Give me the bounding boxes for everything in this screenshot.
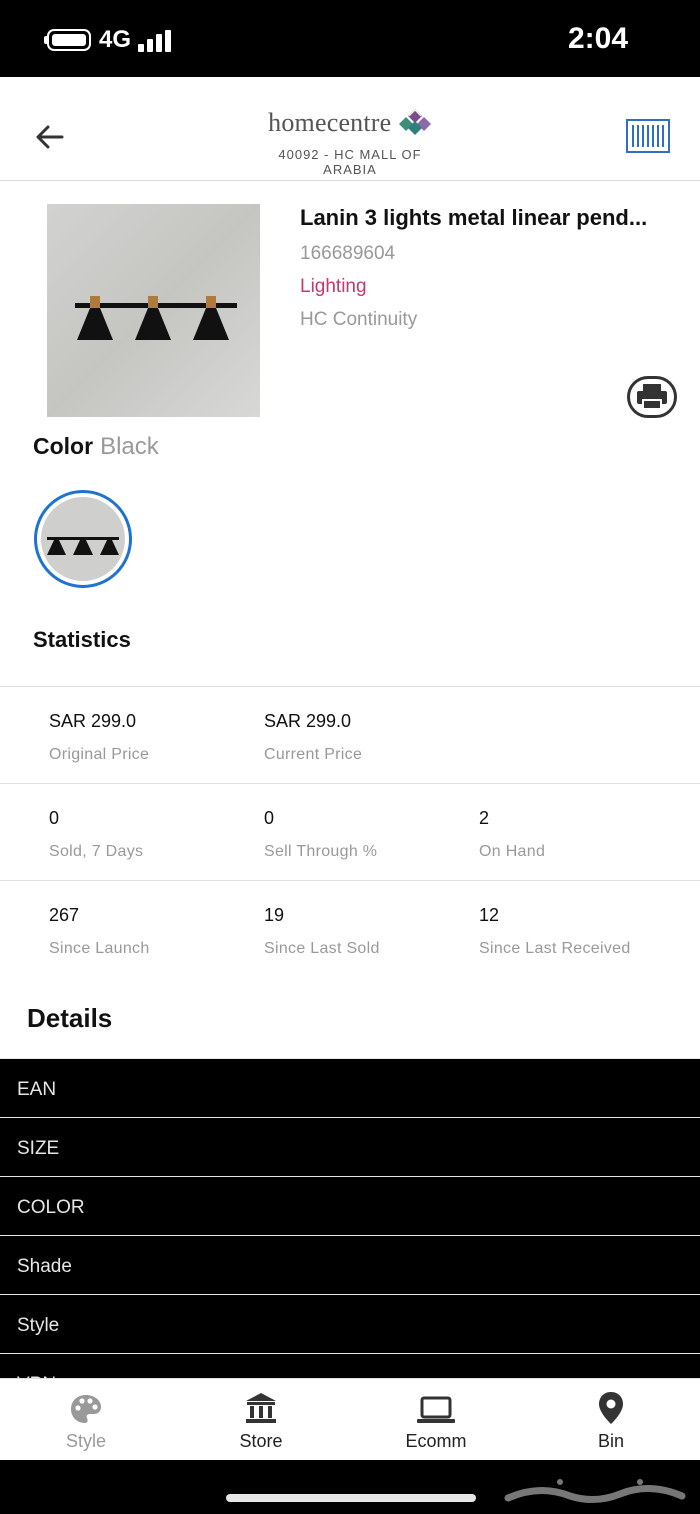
stat-label: On Hand bbox=[479, 843, 546, 860]
stats-row: 267 Since Launch 19 Since Last Sold 12 S… bbox=[0, 880, 700, 977]
brand-name: homecentre bbox=[268, 108, 392, 137]
tab-style[interactable]: Style bbox=[26, 1389, 146, 1452]
tab-label: Ecomm bbox=[405, 1431, 467, 1451]
detail-row-color[interactable]: COLOR bbox=[0, 1176, 700, 1235]
stat-label: Sell Through % bbox=[264, 843, 378, 860]
stat-label: Original Price bbox=[49, 746, 150, 763]
stat-label: Sold, 7 Days bbox=[49, 843, 144, 860]
app-header: homecentre 40092 - HC MALL OF ARABIA bbox=[0, 77, 700, 181]
stat-value: 12 bbox=[479, 905, 500, 925]
arrow-left-icon[interactable] bbox=[30, 117, 70, 157]
tab-label: Bin bbox=[597, 1431, 624, 1451]
status-bar: 4G 2:04 bbox=[0, 0, 700, 77]
detail-row-shade[interactable]: Shade bbox=[0, 1235, 700, 1294]
stats-row: 0 Sold, 7 Days 0 Sell Through % 2 On Han… bbox=[0, 783, 700, 880]
tab-label: Style bbox=[65, 1431, 107, 1451]
stat-value: 19 bbox=[264, 905, 285, 925]
stat-value: SAR 299.0 bbox=[49, 711, 137, 731]
stat-value: 267 bbox=[49, 905, 80, 925]
network-type: 4G bbox=[99, 26, 132, 53]
bottom-tab-bar: Style Store Ecomm Bin bbox=[0, 1378, 700, 1460]
stat-on-hand: 2 On Hand bbox=[479, 808, 689, 861]
battery-tip bbox=[44, 36, 48, 44]
stat-since-last-sold: 19 Since Last Sold bbox=[264, 905, 474, 958]
stat-current-price: SAR 299.0 Current Price bbox=[264, 711, 474, 764]
detail-row-size[interactable]: SIZE bbox=[0, 1117, 700, 1176]
barcode-scan-icon[interactable] bbox=[626, 119, 670, 153]
details-title: Details bbox=[27, 1003, 113, 1033]
stat-value: 2 bbox=[479, 808, 490, 828]
store-name: 40092 - HC MALL OF ARABIA bbox=[278, 147, 422, 177]
stat-value: 0 bbox=[49, 808, 60, 828]
bank-building-icon bbox=[201, 1389, 321, 1425]
detail-row-ean[interactable]: EAN bbox=[0, 1058, 700, 1117]
stat-original-price: SAR 299.0 Original Price bbox=[49, 711, 259, 764]
color-swatch-black[interactable] bbox=[34, 490, 132, 588]
printer-icon[interactable] bbox=[627, 376, 677, 418]
tab-label: Store bbox=[239, 1431, 283, 1451]
stat-label: Since Last Received bbox=[479, 940, 631, 957]
stat-since-last-received: 12 Since Last Received bbox=[479, 905, 689, 958]
battery-icon bbox=[47, 29, 91, 51]
product-program: HC Continuity bbox=[300, 309, 418, 330]
statistics-title: Statistics bbox=[33, 627, 131, 652]
product-category[interactable]: Lighting bbox=[300, 276, 670, 298]
details-list[interactable]: EAN SIZE COLOR Shade Style VPN bbox=[0, 1058, 700, 1378]
stat-label: Current Price bbox=[264, 746, 363, 763]
stat-value: 0 bbox=[264, 808, 275, 828]
brand-header: homecentre 40092 - HC MALL OF ARABIA bbox=[250, 107, 450, 177]
product-sku: 166689604 bbox=[300, 243, 396, 264]
product-title: Lanin 3 lights metal linear pend... bbox=[300, 205, 648, 230]
status-time: 2:04 bbox=[567, 22, 628, 55]
color-label: Color bbox=[33, 433, 94, 459]
stats-row: SAR 299.0 Original Price SAR 299.0 Curre… bbox=[0, 686, 700, 783]
map-pin-icon bbox=[551, 1389, 671, 1425]
color-value: Black bbox=[100, 433, 159, 460]
detail-row-style[interactable]: Style bbox=[0, 1294, 700, 1353]
laptop-icon bbox=[376, 1389, 496, 1425]
stat-since-launch: 267 Since Launch bbox=[49, 905, 259, 958]
statistics-table: SAR 299.0 Original Price SAR 299.0 Curre… bbox=[0, 686, 700, 977]
tab-store[interactable]: Store bbox=[201, 1389, 321, 1452]
stat-sell-through: 0 Sell Through % bbox=[264, 808, 474, 861]
tab-bin[interactable]: Bin bbox=[551, 1389, 671, 1452]
stat-sold-7-days: 0 Sold, 7 Days bbox=[49, 808, 259, 861]
home-indicator[interactable] bbox=[226, 1494, 476, 1502]
palette-icon bbox=[26, 1389, 146, 1425]
tab-ecomm[interactable]: Ecomm bbox=[376, 1389, 496, 1452]
brand-logo-icon bbox=[398, 107, 432, 140]
swatch-image bbox=[41, 497, 125, 581]
detail-row-vpn[interactable]: VPN bbox=[0, 1353, 700, 1378]
home-strip bbox=[0, 1460, 700, 1514]
signal-icon bbox=[138, 30, 172, 52]
stat-label: Since Launch bbox=[49, 940, 150, 957]
stat-value: SAR 299.0 bbox=[264, 711, 352, 731]
product-info: Lanin 3 lights metal linear pend... 1666… bbox=[300, 205, 670, 331]
product-image bbox=[47, 204, 260, 417]
color-selector: Color Black bbox=[33, 433, 159, 461]
watermark-logo bbox=[500, 1474, 690, 1510]
stat-label: Since Last Sold bbox=[264, 940, 380, 957]
